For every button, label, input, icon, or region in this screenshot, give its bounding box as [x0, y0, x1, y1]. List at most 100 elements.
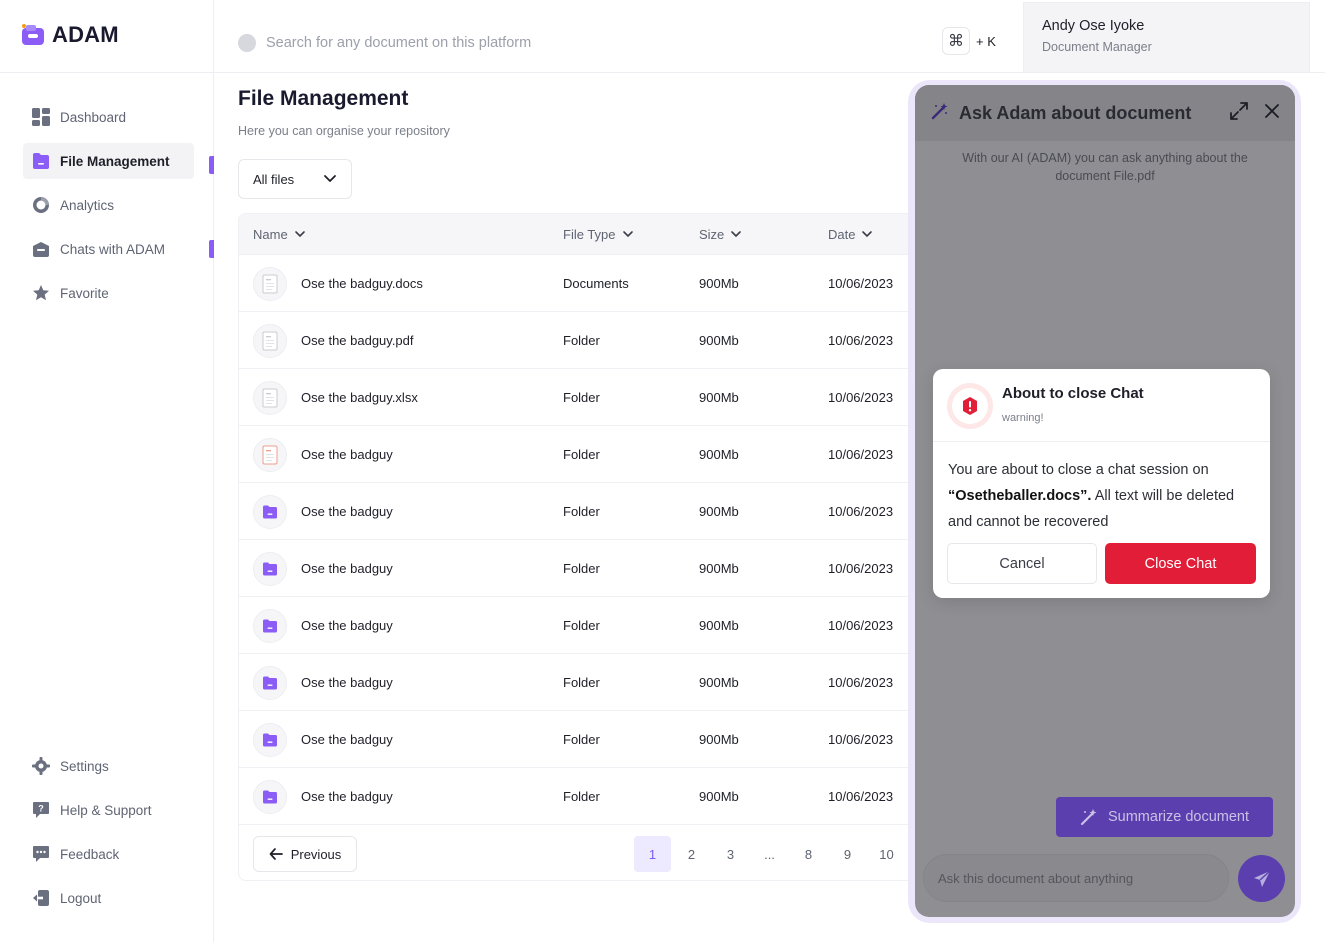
sidebar-item-help[interactable]: ? Help & Support	[23, 792, 194, 828]
table-row[interactable]: Ose the badguy.pdf Folder 900Mb 10/06/2023	[239, 312, 917, 369]
table-row[interactable]: Ose the badguy Folder 900Mb 10/06/2023	[239, 483, 917, 540]
column-label: Date	[828, 226, 856, 242]
column-header-name[interactable]: Name	[253, 227, 306, 242]
chevron-down-icon	[862, 231, 873, 238]
xls-file-icon	[253, 380, 287, 415]
table-row[interactable]: Ose the badguy Folder 900Mb 10/06/2023	[239, 540, 917, 597]
cancel-button[interactable]: Cancel	[947, 543, 1097, 584]
top-header: Search for any document on this platform…	[214, 0, 1325, 73]
file-date: 10/06/2023	[828, 390, 894, 405]
file-type: Folder	[563, 675, 600, 690]
page-ellipsis: ...	[764, 846, 775, 862]
folder-icon	[253, 551, 287, 586]
sidebar-nav: Dashboard File Management Analytics Chat…	[23, 99, 194, 319]
file-type: Folder	[563, 618, 600, 633]
send-button[interactable]	[1238, 855, 1285, 902]
summarize-document-button[interactable]: Summarize document	[1056, 797, 1273, 837]
table-row[interactable]: Ose the badguy Folder 900Mb 10/06/2023	[239, 597, 917, 654]
column-header-size[interactable]: Size	[699, 227, 742, 242]
chevron-down-icon	[622, 231, 633, 238]
close-chat-button[interactable]: Close Chat	[1105, 543, 1256, 584]
search-bar[interactable]: Search for any document on this platform	[238, 34, 531, 52]
brand-name: ADAM	[52, 22, 119, 47]
file-name[interactable]: Ose the badguy.docs	[301, 276, 423, 291]
file-size: 900Mb	[699, 732, 739, 747]
file-type: Folder	[563, 447, 600, 462]
file-size: 900Mb	[699, 333, 739, 348]
page-numbers: 1 2 3... 8 9 10	[634, 836, 905, 872]
brand[interactable]: ADAM	[20, 22, 119, 48]
page-number[interactable]: 3	[712, 836, 749, 872]
page-number[interactable]: 9	[829, 836, 866, 872]
close-icon[interactable]	[1263, 102, 1281, 125]
dialog-message-prefix: You are about to close a chat session on	[948, 462, 1209, 478]
table-row[interactable]: Ose the badguy.xlsx Folder 900Mb 10/06/2023	[239, 369, 917, 426]
file-date: 10/06/2023	[828, 561, 894, 576]
star-icon	[32, 284, 50, 302]
sidebar-item-label: Help & Support	[60, 802, 152, 818]
chat-box-icon	[32, 240, 50, 258]
file-name[interactable]: Ose the badguy	[301, 732, 393, 747]
sidebar-item-dashboard[interactable]: Dashboard	[23, 99, 194, 135]
divider	[0, 72, 214, 73]
image-file-icon	[253, 437, 287, 472]
search-icon	[238, 34, 256, 52]
logout-icon	[32, 889, 50, 907]
file-date: 10/06/2023	[828, 618, 894, 633]
user-profile[interactable]: Andy Ose Iyoke Document Manager	[1023, 2, 1310, 73]
page-number[interactable]: 1	[634, 836, 671, 872]
warning-icon	[947, 383, 993, 429]
file-name[interactable]: Ose the badguy.pdf	[301, 333, 414, 348]
file-date: 10/06/2023	[828, 504, 894, 519]
file-name[interactable]: Ose the badguy	[301, 675, 393, 690]
search-input[interactable]: Search for any document on this platform	[266, 35, 531, 51]
sidebar-item-label: Dashboard	[60, 109, 127, 125]
table-row[interactable]: Ose the badguy.docs Documents 900Mb 10/06/2…	[239, 255, 917, 312]
file-name[interactable]: Ose the badguy	[301, 618, 393, 633]
file-filter-dropdown[interactable]: All files	[238, 159, 352, 199]
table-row[interactable]: Ose the badguy Folder 900Mb 10/06/2023	[239, 654, 917, 711]
previous-button[interactable]: Previous	[253, 836, 357, 872]
column-header-file-type[interactable]: File Type	[563, 227, 634, 242]
file-name[interactable]: Ose the badguy	[301, 504, 393, 519]
sidebar-item-chats[interactable]: Chats with ADAM	[23, 231, 194, 267]
chat-input-placeholder: Ask this document about anything	[938, 870, 1134, 886]
expand-icon[interactable]	[1229, 101, 1249, 126]
active-tab-marker	[209, 156, 214, 174]
chat-actions	[1229, 101, 1281, 126]
magic-wand-icon	[1080, 809, 1097, 826]
page-number[interactable]: 10	[868, 836, 905, 872]
sidebar-item-analytics[interactable]: Analytics	[23, 187, 194, 223]
folder-icon	[253, 722, 287, 757]
analytics-icon	[32, 196, 50, 214]
file-name[interactable]: Ose the badguy	[301, 789, 393, 804]
file-date: 10/06/2023	[828, 732, 894, 747]
sidebar-item-feedback[interactable]: Feedback	[23, 836, 194, 872]
file-date: 10/06/2023	[828, 276, 894, 291]
page-number[interactable]: 8	[790, 836, 827, 872]
sidebar-item-favorite[interactable]: Favorite	[23, 275, 194, 311]
file-name[interactable]: Ose the badguy	[301, 561, 393, 576]
folder-icon	[253, 494, 287, 529]
file-size: 900Mb	[699, 675, 739, 690]
table-row[interactable]: Ose the badguy Folder 900Mb 10/06/2023	[239, 768, 917, 825]
chevron-down-icon	[731, 231, 742, 238]
folder-icon	[253, 665, 287, 700]
table-row[interactable]: Ose the badguy Folder 900Mb 10/06/2023	[239, 711, 917, 768]
table-row[interactable]: Ose the badguy Folder 900Mb 10/06/2023	[239, 426, 917, 483]
page-number[interactable]: 2	[673, 836, 710, 872]
folder-icon	[253, 779, 287, 814]
sidebar-item-logout[interactable]: Logout	[23, 880, 194, 916]
chat-input[interactable]: Ask this document about anything	[923, 854, 1229, 902]
file-type: Folder	[563, 390, 600, 405]
file-name[interactable]: Ose the badguy.xlsx	[301, 390, 418, 405]
column-header-date[interactable]: Date	[828, 227, 873, 242]
file-name[interactable]: Ose the badguy	[301, 447, 393, 462]
file-size: 900Mb	[699, 390, 739, 405]
file-type: Folder	[563, 504, 600, 519]
sidebar-item-file-management[interactable]: File Management	[23, 143, 194, 179]
file-type: Folder	[563, 732, 600, 747]
pdf-file-icon	[253, 323, 287, 358]
svg-text:?: ?	[38, 804, 44, 814]
sidebar-item-settings[interactable]: Settings	[23, 748, 194, 784]
